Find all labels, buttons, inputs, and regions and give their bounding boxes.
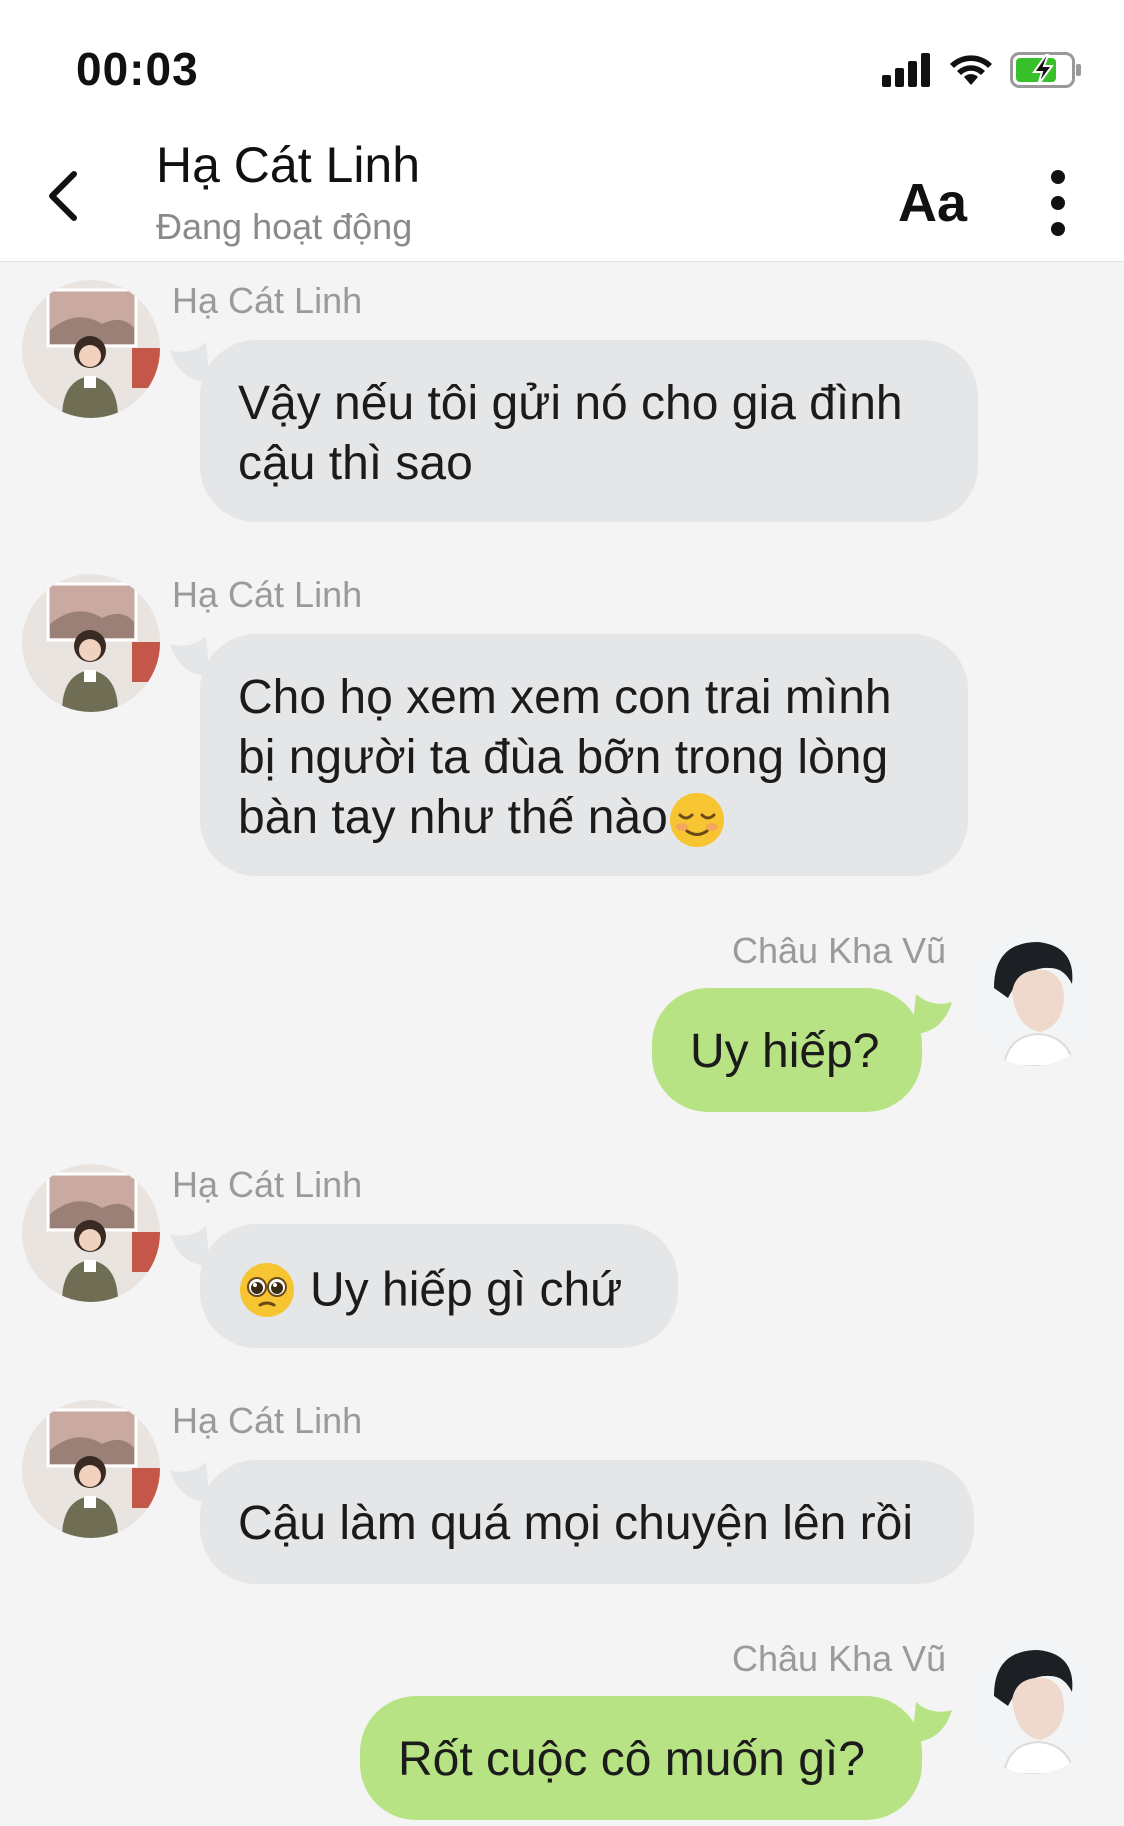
contact-name[interactable]: Hạ Cát Linh — [156, 136, 420, 194]
message-text: Uy hiếp gì chứ — [310, 1263, 623, 1317]
signal-icon — [882, 53, 930, 87]
sender-name: Hạ Cát Linh — [172, 1400, 363, 1441]
avatar[interactable] — [22, 574, 160, 712]
avatar[interactable] — [22, 280, 160, 418]
pleading-face-icon — [240, 1263, 294, 1318]
message-bubble[interactable]: Uy hiếp? — [652, 988, 922, 1112]
battery-charging-icon — [1010, 52, 1081, 88]
message-bubble[interactable]: Uy hiếp gì chứ — [200, 1224, 678, 1348]
sender-name: Châu Kha Vũ — [732, 930, 947, 971]
more-options-icon[interactable] — [1036, 162, 1080, 238]
message-text: Vậy nếu tôi gửi nó cho gia đình cậu thì … — [238, 377, 903, 490]
contact-status: Đang hoạt động — [156, 206, 413, 247]
message-text: Cho họ xem xem con trai mình bị người ta… — [238, 671, 892, 844]
avatar[interactable] — [964, 1636, 1102, 1774]
message-text: Cậu làm quá mọi chuyện lên rồi — [238, 1497, 914, 1550]
status-time: 00:03 — [76, 43, 199, 95]
sender-name: Hạ Cát Linh — [172, 1164, 363, 1205]
sender-name: Hạ Cát Linh — [172, 280, 363, 321]
avatar[interactable] — [22, 1400, 160, 1538]
status-icons — [882, 50, 1082, 90]
avatar[interactable] — [964, 928, 1102, 1066]
back-icon[interactable] — [38, 168, 90, 224]
message-text: Uy hiếp? — [690, 1025, 880, 1078]
status-bar: 00:03 — [0, 0, 1124, 120]
message-bubble[interactable]: Cậu làm quá mọi chuyện lên rồi — [200, 1460, 974, 1584]
sender-name: Châu Kha Vũ — [732, 1638, 947, 1679]
relieved-face-icon — [669, 793, 724, 848]
message-bubble[interactable]: Vậy nếu tôi gửi nó cho gia đình cậu thì … — [200, 340, 978, 522]
avatar[interactable] — [22, 1164, 160, 1302]
wifi-icon — [950, 55, 992, 85]
font-size-button[interactable]: Aa — [898, 172, 967, 234]
chat-header: Hạ Cát Linh Đang hoạt động Aa — [0, 120, 1124, 262]
message-bubble[interactable]: Rốt cuộc cô muốn gì? — [360, 1696, 922, 1820]
message-text: Rốt cuộc cô muốn gì? — [398, 1733, 865, 1786]
message-bubble[interactable]: Cho họ xem xem con trai mình bị người ta… — [200, 634, 968, 876]
sender-name: Hạ Cát Linh — [172, 574, 363, 615]
